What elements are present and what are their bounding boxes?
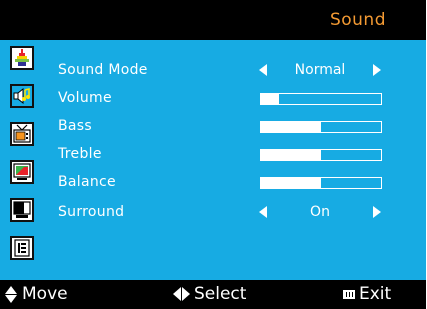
bass-slider-fill: [261, 122, 321, 132]
sound-mode-row[interactable]: Sound Mode Normal: [58, 61, 398, 81]
menu-footer: Move Select Exit: [0, 280, 426, 309]
footer-exit: Exit: [343, 283, 391, 305]
arrow-right-icon[interactable]: [373, 64, 381, 76]
bass-row[interactable]: Bass: [58, 117, 398, 137]
balance-slider[interactable]: [260, 177, 382, 189]
sidebar-item-sound[interactable]: [10, 84, 34, 108]
bass-slider[interactable]: [260, 121, 382, 133]
sidebar-item-screen[interactable]: [10, 198, 34, 222]
balance-row[interactable]: Balance: [58, 173, 398, 193]
treble-slider-fill: [261, 150, 321, 160]
balance-slider-fill: [261, 178, 321, 188]
arrow-right-icon[interactable]: [373, 206, 381, 218]
footer-move-label: Move: [22, 284, 68, 304]
volume-label: Volume: [58, 90, 112, 106]
antenna-tv-icon: [13, 124, 31, 143]
footer-exit-label: Exit: [359, 284, 392, 304]
footer-move: Move: [5, 283, 68, 305]
screen-icon: [13, 201, 31, 218]
menu-header: Sound: [0, 0, 426, 40]
up-down-arrows-icon: [5, 285, 18, 303]
arrow-left-icon[interactable]: [259, 206, 267, 218]
arrow-left-icon[interactable]: [259, 64, 267, 76]
menu-key-icon: [343, 289, 355, 299]
pc-display-icon: [13, 163, 31, 180]
menu-sidebar: [6, 46, 42, 271]
sidebar-item-pc-setting[interactable]: [10, 160, 34, 184]
sidebar-item-setup[interactable]: [10, 236, 34, 260]
surround-value: On: [310, 204, 330, 220]
treble-label: Treble: [58, 146, 102, 162]
left-right-arrows-icon: [173, 287, 190, 301]
surround-label: Surround: [58, 204, 125, 220]
surround-selector[interactable]: On: [259, 203, 381, 223]
balance-label: Balance: [58, 174, 116, 190]
speaker-icon: [13, 87, 30, 105]
treble-row[interactable]: Treble: [58, 145, 398, 165]
osd-menu: Sound Sound Mode Normal Volume Bass Treb…: [0, 0, 426, 309]
menu-title: Sound: [329, 10, 386, 30]
picture-icon: [13, 49, 31, 67]
sound-mode-selector[interactable]: Normal: [259, 61, 381, 81]
volume-slider-fill: [261, 94, 279, 104]
list-icon: [14, 239, 30, 257]
sidebar-item-picture[interactable]: [10, 46, 34, 70]
footer-select: Select: [173, 283, 246, 305]
volume-slider[interactable]: [260, 93, 382, 105]
sound-mode-label: Sound Mode: [58, 62, 148, 78]
footer-select-label: Select: [194, 284, 247, 304]
sidebar-item-channel[interactable]: [10, 122, 34, 146]
surround-row[interactable]: Surround On: [58, 203, 398, 223]
bass-label: Bass: [58, 118, 92, 134]
volume-row[interactable]: Volume: [58, 89, 398, 109]
sound-mode-value: Normal: [294, 62, 346, 78]
treble-slider[interactable]: [260, 149, 382, 161]
